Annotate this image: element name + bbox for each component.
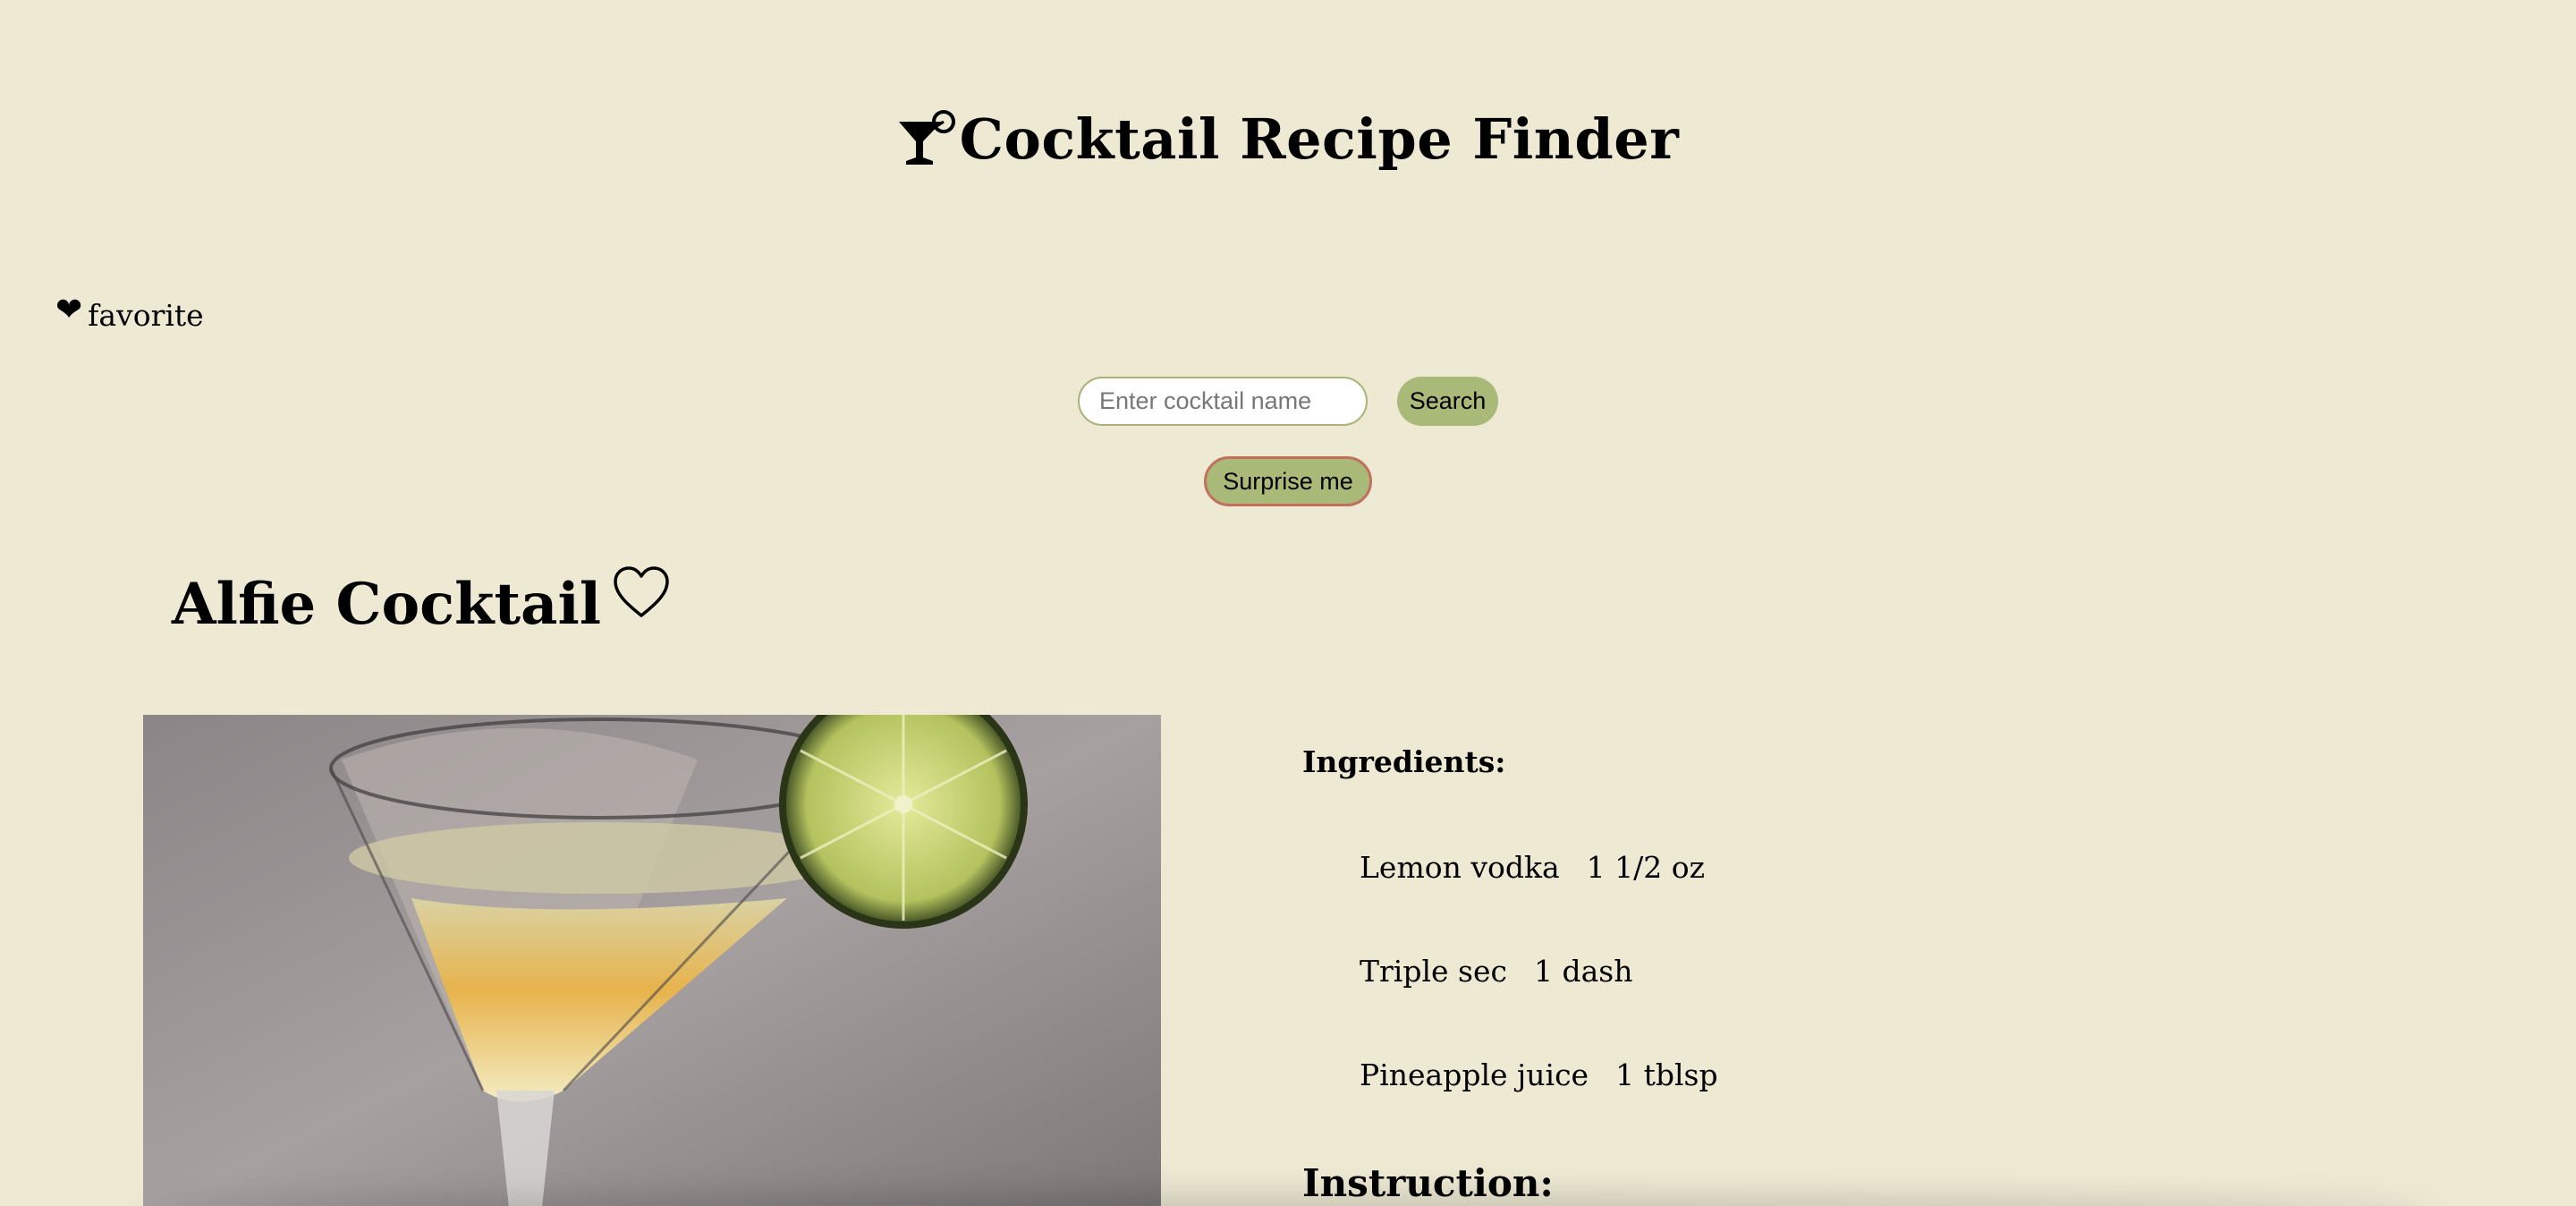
- search-button[interactable]: Search: [1397, 377, 1498, 426]
- heart-filled-icon: ❤: [55, 292, 83, 328]
- cocktail-glass-icon: [898, 110, 955, 165]
- ingredient-item: Pineapple juice 1 tblsp: [1360, 1057, 1718, 1092]
- cocktail-title-row: Alfie Cocktail: [172, 564, 673, 638]
- ingredient-measure: 1 dash: [1533, 954, 1633, 989]
- surprise-me-button[interactable]: Surprise me: [1204, 456, 1372, 506]
- app-header: Cocktail Recipe Finder: [0, 89, 2576, 188]
- favorites-link[interactable]: ❤ favorite: [55, 292, 204, 334]
- ingredient-name: Pineapple juice: [1360, 1057, 1589, 1092]
- ingredients-heading: Ingredients:: [1302, 744, 1506, 779]
- cocktail-search-input[interactable]: [1078, 377, 1368, 426]
- ingredient-item: Triple sec 1 dash: [1360, 954, 1632, 989]
- heart-outline-icon[interactable]: [610, 564, 673, 619]
- cocktail-name: Alfie Cocktail: [172, 571, 602, 638]
- app-window: Cocktail Recipe Finder ❤ favorite Search…: [0, 0, 2576, 1206]
- favorites-link-label: favorite: [88, 298, 204, 333]
- cocktail-photo: [143, 715, 1161, 1206]
- app-title: Cocktail Recipe Finder: [959, 106, 1680, 172]
- ingredient-name: Lemon vodka: [1360, 850, 1560, 885]
- ingredient-name: Triple sec: [1360, 954, 1507, 989]
- ingredient-item: Lemon vodka 1 1/2 oz: [1360, 850, 1705, 885]
- ingredient-measure: 1 1/2 oz: [1586, 850, 1705, 885]
- ingredient-measure: 1 tblsp: [1615, 1057, 1718, 1092]
